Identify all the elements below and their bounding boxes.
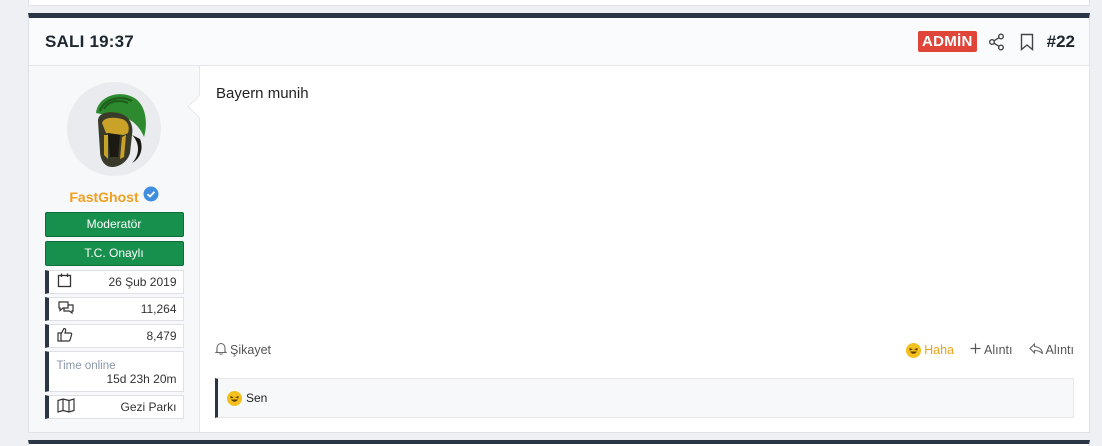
stat-reactions: 8,479 — [44, 324, 184, 348]
post-content: Bayern munih Şikayet Haha Alıntı Alıntı … — [200, 66, 1089, 432]
post-card: SALI 19:37 ADMİN #22 FastGhost Moderatör… — [28, 13, 1090, 433]
stat-reactions-value: 8,479 — [146, 329, 177, 343]
time-online-value: 15d 23h 20m — [106, 371, 177, 386]
reply-label: Alıntı — [1045, 343, 1075, 357]
post-header-actions: ADMİN #22 — [917, 31, 1075, 52]
reply-button[interactable]: Alıntı — [1028, 342, 1075, 357]
stat-joined: 26 Şub 2019 — [44, 270, 184, 294]
report-label: Şikayet — [230, 343, 271, 357]
role-badge-moderator: Moderatör — [44, 212, 184, 237]
admin-badge: ADMİN — [917, 31, 977, 52]
post-title: SALI 19:37 — [45, 31, 134, 51]
map-icon — [56, 398, 75, 416]
previous-post-card — [28, 0, 1090, 6]
reaction-haha-button[interactable]: Haha — [906, 342, 954, 358]
stat-joined-value: 26 Şub 2019 — [108, 275, 177, 289]
post-actions: Şikayet Haha Alıntı Alıntı — [214, 342, 1075, 358]
stat-time-online: Time online 15d 23h 20m — [44, 351, 184, 392]
next-post-card — [28, 440, 1090, 446]
role-badge-verified: T.C. Onaylı — [44, 241, 184, 266]
reactions-text: Sen — [246, 391, 268, 405]
reply-icon — [1028, 342, 1043, 357]
post-body: FastGhost Moderatör T.C. Onaylı 26 Şub 2… — [29, 66, 1089, 432]
laughing-emoji-icon — [227, 390, 242, 406]
avatar[interactable] — [67, 82, 161, 176]
reactions-bar[interactable]: Sen — [215, 378, 1074, 418]
reaction-haha-label: Haha — [924, 343, 954, 357]
plus-icon — [970, 343, 981, 357]
stat-location: Gezi Parkı — [44, 395, 184, 419]
comments-icon — [57, 300, 75, 318]
calendar-icon — [57, 273, 72, 291]
laughing-emoji-icon — [906, 342, 922, 358]
verified-icon — [143, 186, 159, 207]
thumbs-up-icon — [56, 327, 73, 345]
report-link[interactable]: Şikayet — [214, 342, 271, 358]
stat-location-value: Gezi Parkı — [120, 400, 177, 414]
post-number-link[interactable]: #22 — [1047, 32, 1075, 52]
quote-button[interactable]: Alıntı — [970, 343, 1013, 357]
username-link[interactable]: FastGhost — [69, 189, 138, 205]
stat-messages: 11,264 — [44, 297, 184, 321]
post-header: SALI 19:37 ADMİN #22 — [29, 18, 1089, 66]
stat-messages-value: 11,264 — [140, 302, 177, 316]
share-icon[interactable] — [987, 32, 1007, 52]
bell-icon — [214, 342, 228, 358]
username-row: FastGhost — [29, 186, 199, 207]
quote-label: Alıntı — [984, 343, 1013, 357]
time-online-label: Time online — [56, 359, 116, 372]
user-sidebar: FastGhost Moderatör T.C. Onaylı 26 Şub 2… — [29, 66, 200, 432]
bookmark-icon[interactable] — [1017, 32, 1037, 52]
post-message: Bayern munih — [216, 85, 309, 102]
post-actions-right: Haha Alıntı Alıntı — [906, 342, 1075, 358]
